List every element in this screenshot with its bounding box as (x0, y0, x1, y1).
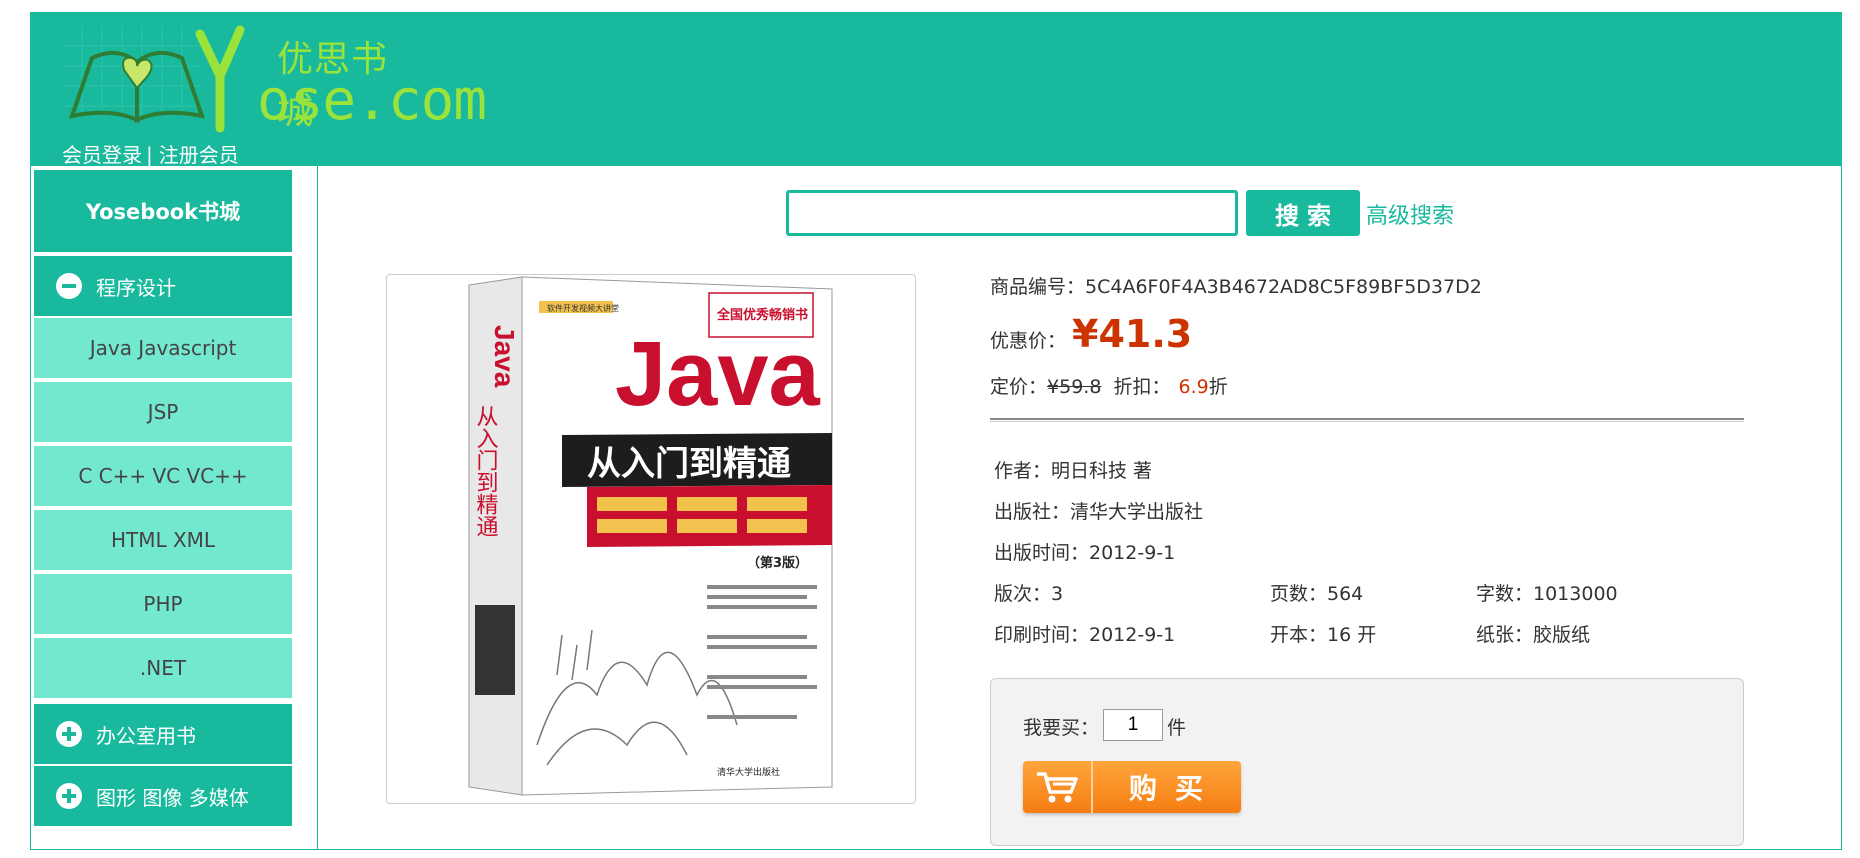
discount-value: 6.9 (1178, 376, 1209, 398)
info-divider (990, 418, 1744, 422)
format-field: 开本：16 开 (1270, 624, 1377, 646)
product-id-value: 5C4A6F0F4A3B4672AD8C5F89BF5D37D2 (1085, 276, 1482, 298)
paper-field: 纸张：胶版纸 (1476, 624, 1591, 646)
quantity-unit: 件 (1167, 717, 1187, 739)
search-input[interactable] (786, 190, 1238, 236)
publisher-field: 出版社：清华大学出版社 (994, 501, 1204, 523)
quantity-input[interactable] (1103, 709, 1163, 741)
sidebar-item-html-xml[interactable]: HTML XML (34, 508, 292, 570)
member-login-link[interactable]: 会员登录 (62, 143, 142, 167)
link-separator: | (146, 143, 153, 167)
author-field: 作者：明日科技 著 (994, 460, 1153, 482)
plus-circle-icon (56, 783, 82, 809)
series-tag: 软件开发视频大讲堂 (547, 303, 619, 313)
register-link[interactable]: 注册会员 (159, 143, 239, 167)
sale-price-label: 优惠价： (990, 330, 1067, 352)
cover-title-main: Java (615, 323, 820, 425)
buy-button-label: 购买 (1128, 772, 1221, 805)
cover-title-sub: 从入门到精通 (587, 444, 791, 484)
discount-label: 折扣： (1113, 376, 1171, 398)
search-button[interactable]: 搜索 (1246, 190, 1360, 236)
list-price-row: 定价：¥59.8 折扣： 6.9折 (990, 372, 1228, 399)
sidebar-item-java[interactable]: Java Javascript (34, 316, 292, 378)
word-count-field: 字数：1013000 (1476, 583, 1618, 605)
spine-title: Java (489, 325, 520, 388)
sidebar-item-php[interactable]: PHP (34, 572, 292, 634)
edition-field: 版次：3 (994, 583, 1064, 605)
minus-circle-icon (56, 273, 82, 299)
list-price-label: 定价： (990, 376, 1048, 398)
site-header: 优思书城 ose.com 会员登录 | 注册会员 (30, 12, 1842, 168)
spine-subtitle: 从入门到精通 (473, 405, 499, 537)
sidebar-category-label: 办公室用书 (96, 723, 196, 748)
cover-edition: （第3版） (747, 555, 808, 571)
sidebar-item-c-cpp[interactable]: C C++ VC VC++ (34, 444, 292, 506)
list-price-value: ¥59.8 (1047, 376, 1102, 398)
discount-unit: 折 (1208, 376, 1228, 398)
advanced-search-link[interactable]: 高级搜索 (1366, 198, 1454, 230)
category-sidebar: Yosebook书城 程序设计 Java Javascript JSP C C+… (30, 166, 318, 850)
book-cover-image: Java 从入门到精通 软件开发视频大讲堂 全国优秀畅销书 Java 从入门到精… (468, 276, 833, 796)
quantity-label: 我要买： (1023, 717, 1100, 739)
plus-circle-icon (56, 721, 82, 747)
member-links: 会员登录 | 注册会员 (62, 139, 239, 168)
sidebar-category-office[interactable]: 办公室用书 (34, 704, 292, 764)
sidebar-category-graphics[interactable]: 图形 图像 多媒体 (34, 766, 292, 826)
print-date-field: 印刷时间：2012-9-1 (994, 624, 1176, 646)
sale-price-value: ¥41.3 (1072, 312, 1193, 356)
sidebar-category-label: 程序设计 (96, 275, 176, 300)
product-id-label: 商品编号： (990, 276, 1086, 298)
sidebar-item-dotnet[interactable]: .NET (34, 636, 292, 698)
sidebar-category-programming[interactable]: 程序设计 (34, 256, 292, 316)
site-logo[interactable]: 优思书城 ose.com (62, 16, 487, 136)
product-image[interactable]: Java 从入门到精通 软件开发视频大讲堂 全国优秀畅销书 Java 从入门到精… (386, 274, 916, 804)
product-id-row: 商品编号：5C4A6F0F4A3B4672AD8C5F89BF5D37D2 (990, 272, 1482, 299)
pages-field: 页数：564 (1270, 583, 1364, 605)
shopping-cart-icon (1023, 761, 1093, 813)
pub-date-field: 出版时间：2012-9-1 (994, 542, 1176, 564)
sale-price-row: 优惠价： ¥41.3 (990, 312, 1192, 356)
sidebar-title[interactable]: Yosebook书城 (34, 170, 292, 252)
award-label: 全国优秀畅销书 (716, 307, 808, 323)
buy-button[interactable]: 购买 (1023, 761, 1241, 813)
purchase-panel: 我要买： 件 购买 (990, 678, 1744, 846)
sidebar-category-label: 图形 图像 多媒体 (96, 785, 249, 810)
publisher-mark: 清华大学出版社 (717, 766, 780, 778)
logo-english-text: ose.com (257, 68, 487, 133)
sidebar-item-jsp[interactable]: JSP (34, 380, 292, 442)
open-book-icon (62, 25, 245, 133)
